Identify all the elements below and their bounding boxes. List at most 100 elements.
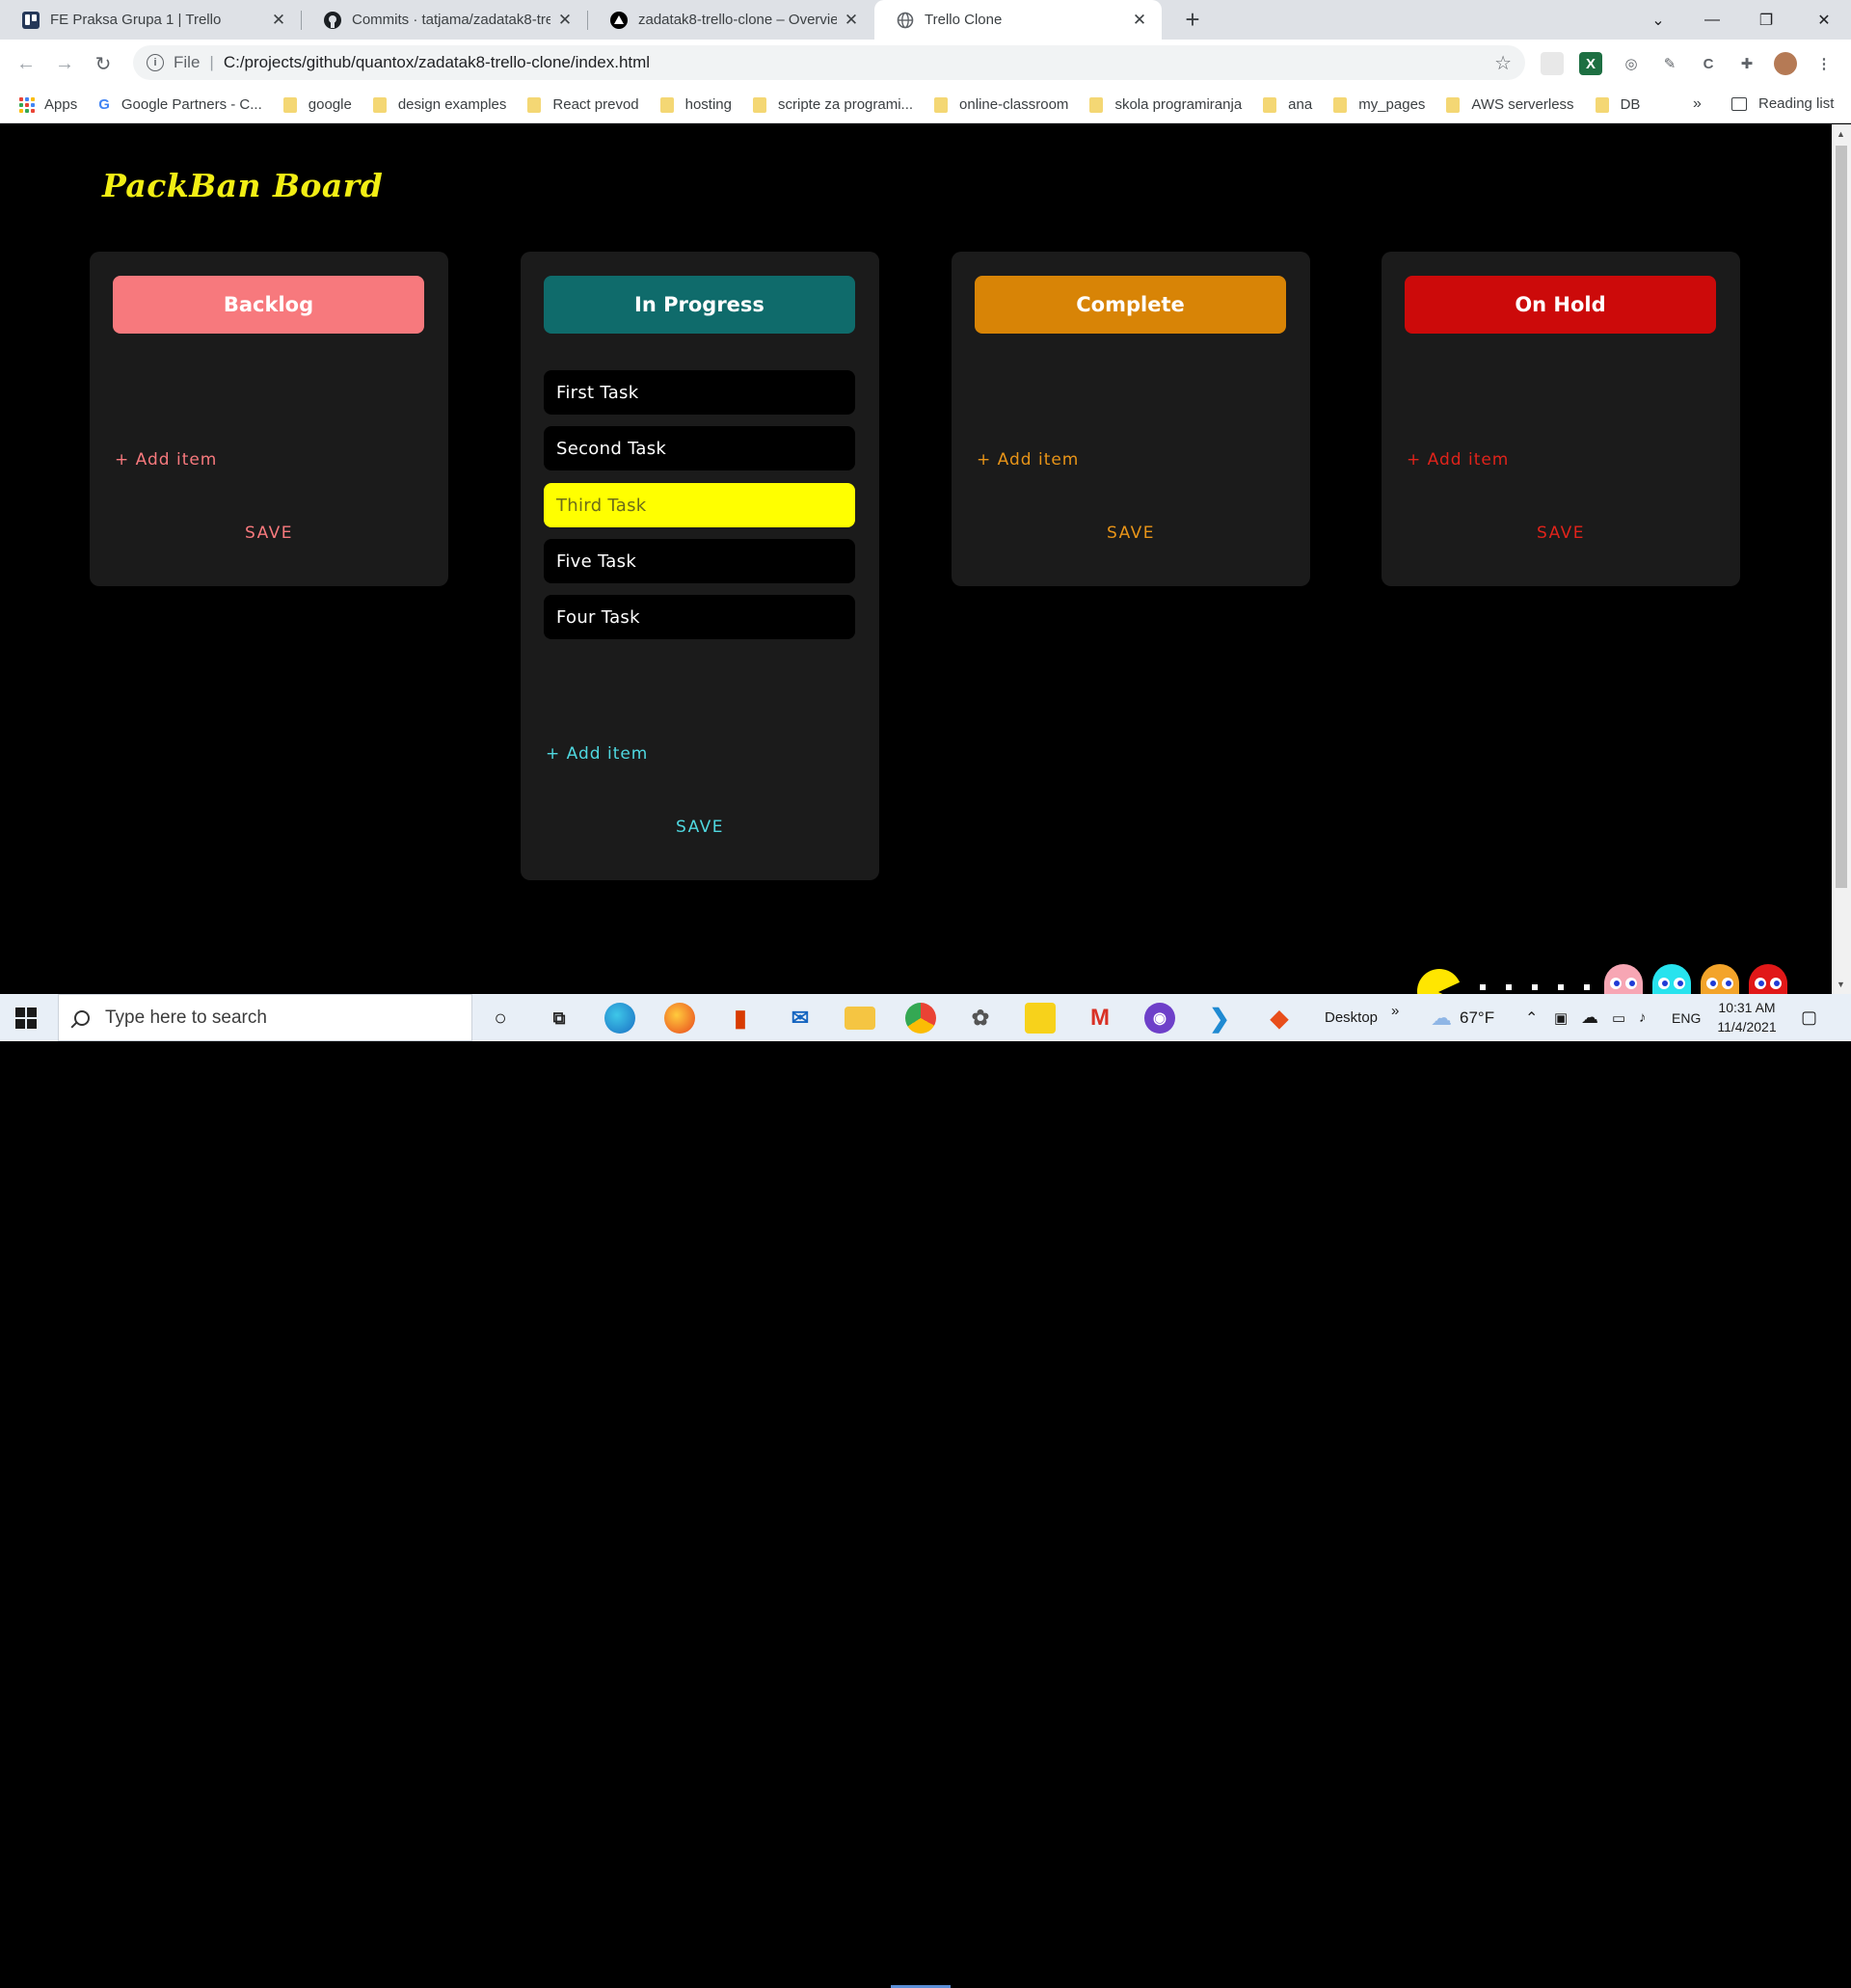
info-icon[interactable]: i [147,54,164,71]
save-button[interactable]: SAVE [521,818,879,837]
task-card-highlighted[interactable]: Third Task [544,483,855,527]
column-header: On Hold [1405,276,1716,334]
sticky-notes-icon[interactable] [1025,1003,1056,1034]
extension-icon[interactable] [1541,52,1564,75]
page-scrollbar[interactable]: ▲ ▼ [1832,124,1851,994]
volume-icon[interactable]: ♪ [1639,994,1647,1041]
bookmark-label: ana [1288,96,1313,113]
restore-icon[interactable]: ❐ [1739,0,1793,40]
desktop-toolbar-label[interactable]: Desktop » [1325,994,1399,1041]
tab-github-commits[interactable]: Commits · tatjama/zadatak8-trello-clone … [302,0,587,40]
chrome-icon[interactable] [905,1003,936,1034]
close-tab-icon[interactable]: ✕ [556,11,574,30]
new-tab-button[interactable]: + [1178,6,1207,35]
tab-vercel-overview[interactable]: zadatak8-trello-clone – Overview ✕ [588,0,873,40]
tray-chevron-icon[interactable]: ⌃ [1525,994,1538,1041]
reload-icon[interactable]: ↻ [87,47,120,80]
scrollbar-thumb[interactable] [1836,146,1847,888]
paint-icon[interactable]: ✿ [965,1003,996,1034]
close-tab-icon[interactable]: ✕ [1131,11,1148,30]
tab-search-icon[interactable]: ⌄ [1631,0,1685,40]
tab-trello-clone[interactable]: Trello Clone ✕ [874,0,1162,40]
meet-now-icon[interactable]: ▣ [1554,994,1568,1041]
add-item-button[interactable]: + Add item [1407,450,1509,470]
scroll-up-icon[interactable]: ▲ [1837,129,1845,139]
bookmark-folder[interactable]: skola programiranja [1089,96,1242,113]
github-desktop-icon[interactable]: ◉ [1144,1003,1175,1034]
excel-extension-icon[interactable]: X [1579,52,1602,75]
minimize-icon[interactable]: — [1685,0,1739,40]
weather-widget[interactable]: ☁ 67°F [1431,994,1494,1041]
bookmark-label: design examples [397,96,507,113]
task-view-icon[interactable]: ⧉ [544,1003,575,1034]
tab-trello[interactable]: FE Praksa Grupa 1 | Trello ✕ [0,0,301,40]
folder-icon [282,96,297,113]
taskbar-clock[interactable]: 10:31 AM 11/4/2021 [1706,998,1787,1036]
bookmark-folder[interactable]: hosting [659,96,732,113]
address-bar[interactable]: i File | C:/projects/github/quantox/zada… [133,45,1525,80]
bookmark-label: scripte za programi... [778,96,914,113]
task-card[interactable]: Five Task [544,539,855,583]
bookmark-folder[interactable]: online-classroom [934,96,1068,113]
close-tab-icon[interactable]: ✕ [270,11,287,30]
task-card[interactable]: First Task [544,370,855,415]
language-indicator[interactable]: ENG [1672,994,1701,1041]
bookmark-apps[interactable]: Apps [19,96,77,113]
edge-icon[interactable] [604,1003,635,1034]
close-window-icon[interactable]: ✕ [1797,0,1851,40]
bookmark-folder[interactable]: google [282,96,352,113]
close-tab-icon[interactable]: ✕ [843,11,860,30]
bookmark-star-icon[interactable]: ☆ [1494,51,1512,75]
task-card[interactable]: Second Task [544,426,855,470]
url-text[interactable]: C:/projects/github/quantox/zadatak8-trel… [224,53,650,72]
cortana-icon[interactable]: ○ [485,1003,516,1034]
git-icon[interactable]: ◆ [1264,1003,1295,1034]
taskbar-search-box[interactable]: Type here to search [58,994,472,1041]
bookmark-google-partners[interactable]: G Google Partners - C... [98,96,262,113]
bookmark-label: skola programiranja [1114,96,1243,113]
reading-list-button[interactable]: Reading list [1731,95,1834,112]
office-icon[interactable]: ▮ [725,1003,756,1034]
color-picker-extension-icon[interactable]: ✎ [1658,52,1681,75]
scroll-down-icon[interactable]: ▼ [1837,980,1845,989]
bookmark-folder[interactable]: DB [1595,96,1640,113]
windows-taskbar: Type here to search ○ ⧉ ▮ ✉ ✿ M ◉ ❯ ◆ De… [0,994,1851,1988]
save-button[interactable]: SAVE [952,524,1310,543]
onedrive-icon[interactable]: ☁ [1581,994,1598,1041]
bookmark-folder[interactable]: design examples [372,96,507,113]
desktop-chevron-icon: » [1391,1003,1400,1019]
profile-avatar[interactable] [1774,52,1797,75]
bookmark-folder[interactable]: ana [1263,96,1312,113]
back-icon[interactable]: ← [10,47,42,80]
file-explorer-icon[interactable] [845,1007,875,1030]
battery-icon[interactable]: ▭ [1612,994,1625,1041]
bookmark-folder[interactable]: my_pages [1333,96,1425,113]
save-button[interactable]: SAVE [90,524,448,543]
extension-circle-icon[interactable]: ◎ [1620,52,1643,75]
folder-icon [1446,96,1461,113]
folder-icon [1089,96,1104,113]
more-bookmarks-button[interactable]: » [1693,95,1702,113]
bookmark-label: google [308,96,352,113]
windows-start-icon[interactable] [15,1007,37,1029]
bookmark-folder[interactable]: React prevod [527,96,639,113]
column-header: Backlog [113,276,424,334]
bookmark-folder[interactable]: AWS serverless [1446,96,1574,113]
bookmark-folder[interactable]: scripte za programi... [753,96,913,113]
extensions-puzzle-icon[interactable]: ✚ [1735,52,1758,75]
mail-icon[interactable]: ✉ [785,1003,816,1034]
add-item-button[interactable]: + Add item [115,450,217,470]
css-extension-icon[interactable]: C [1697,52,1720,75]
notifications-icon[interactable]: ▢ [1801,994,1817,1041]
folder-icon [1263,96,1277,113]
save-button[interactable]: SAVE [1382,524,1740,543]
browser-menu-icon[interactable]: ⋮ [1812,52,1836,75]
add-item-button[interactable]: + Add item [977,450,1079,470]
column-on-hold: On Hold + Add item SAVE [1382,252,1740,586]
add-item-button[interactable]: + Add item [546,744,648,764]
task-card[interactable]: Four Task [544,595,855,639]
forward-icon[interactable]: → [48,47,81,80]
firefox-icon[interactable] [664,1003,695,1034]
gmail-icon[interactable]: M [1085,1003,1115,1034]
vscode-icon[interactable]: ❯ [1204,1003,1235,1034]
